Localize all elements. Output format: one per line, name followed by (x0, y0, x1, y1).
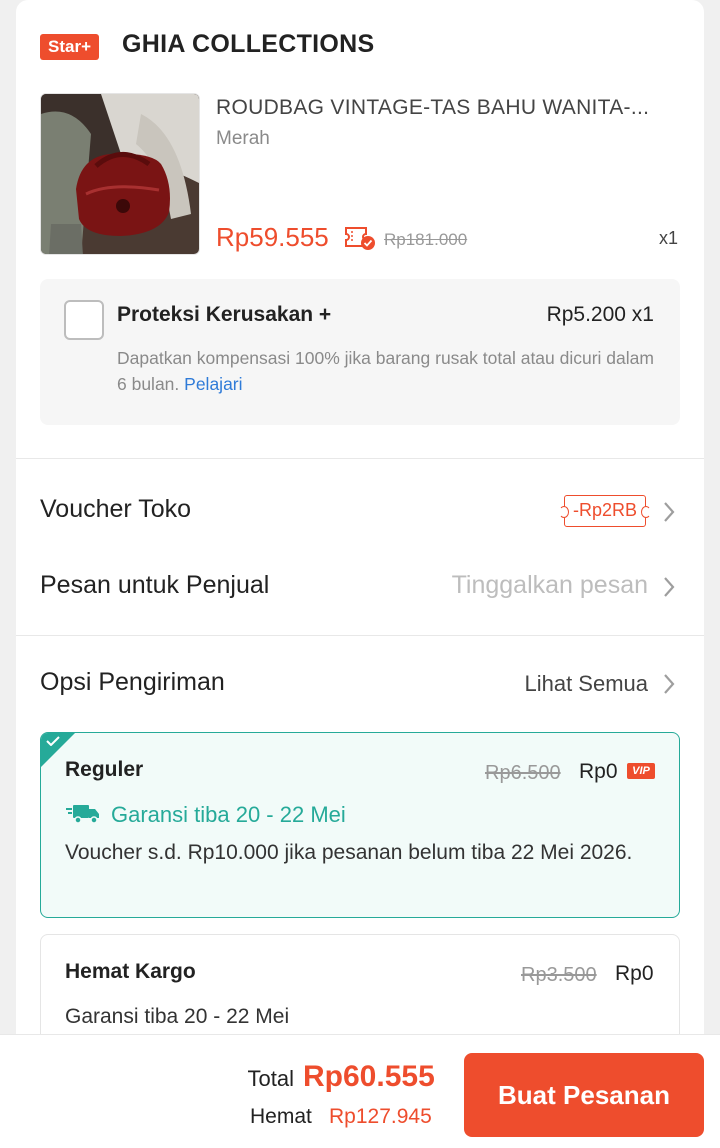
shipping-option-name: Reguler (65, 758, 144, 781)
shop-voucher-label[interactable]: Voucher Toko (40, 495, 191, 524)
product-image (41, 94, 199, 254)
protection-price: Rp5.200 x1 (546, 303, 654, 326)
delivery-guarantee: Garansi tiba 20 - 22 Mei (111, 802, 346, 827)
total-value: Rp60.555 (303, 1060, 435, 1093)
product-price: Rp59.555 (216, 222, 329, 252)
damage-protection-box: Proteksi Kerusakan + Rp5.200 x1 Dapatkan… (40, 279, 680, 425)
divider (16, 635, 704, 636)
vip-badge: VIP (627, 763, 655, 779)
shipping-price: Rp0 (615, 962, 654, 985)
seller-message-input[interactable]: Tinggalkan pesan (452, 571, 648, 600)
product-variant: Merah (216, 128, 270, 149)
star-plus-badge: Star+ (40, 34, 99, 60)
late-delivery-voucher-note: Voucher s.d. Rp10.000 jika pesanan belum… (65, 841, 633, 864)
protection-checkbox[interactable] (64, 300, 104, 340)
product-quantity: x1 (658, 228, 678, 248)
chevron-right-icon[interactable] (661, 672, 677, 696)
voucher-applied-icon (345, 227, 375, 250)
delivery-guarantee: Garansi tiba 20 - 22 Mei (65, 1005, 290, 1028)
savings-label: Hemat (250, 1105, 312, 1128)
shop-name[interactable]: GHIA COLLECTIONS (122, 30, 374, 59)
protection-description: Dapatkan kompensasi 100% jika barang rus… (117, 345, 657, 397)
product-original-price: Rp181.000 (384, 230, 468, 249)
shipping-option-name: Hemat Kargo (65, 960, 196, 983)
divider (16, 458, 704, 459)
check-icon (46, 736, 60, 746)
shipping-option-reguler[interactable]: Reguler Rp6.500 Rp0 VIP Garansi tiba 20 … (40, 732, 680, 918)
learn-more-link[interactable]: Pelajari (184, 374, 242, 394)
seller-message-label: Pesan untuk Penjual (40, 571, 270, 599)
checkout-bottom-bar: Total Rp60.555 Hemat Rp127.945 Buat Pesa… (0, 1034, 720, 1148)
shop-voucher-value[interactable]: -Rp2RB (558, 495, 652, 527)
shipping-original-price: Rp3.500 (521, 964, 597, 986)
chevron-right-icon[interactable] (661, 575, 677, 599)
shipping-options-label: Opsi Pengiriman (40, 668, 225, 696)
product-thumbnail[interactable] (40, 93, 200, 255)
place-order-button[interactable]: Buat Pesanan (464, 1053, 704, 1137)
protection-title: Proteksi Kerusakan + (117, 303, 332, 326)
savings-value: Rp127.945 (329, 1105, 432, 1128)
see-all-link[interactable]: Lihat Semua (524, 671, 648, 697)
product-name[interactable]: ROUDBAG VINTAGE-TAS BAHU WANITA-... (216, 96, 676, 120)
shipping-price: Rp0 (579, 760, 618, 783)
shipping-original-price: Rp6.500 (485, 762, 561, 784)
checkout-card: Star+ GHIA COLLECTIONS ROUDBAG VINTAGE-T… (16, 0, 704, 1148)
total-label: Total (247, 1066, 294, 1091)
chevron-right-icon[interactable] (661, 500, 677, 524)
fast-truck-icon (66, 805, 99, 824)
